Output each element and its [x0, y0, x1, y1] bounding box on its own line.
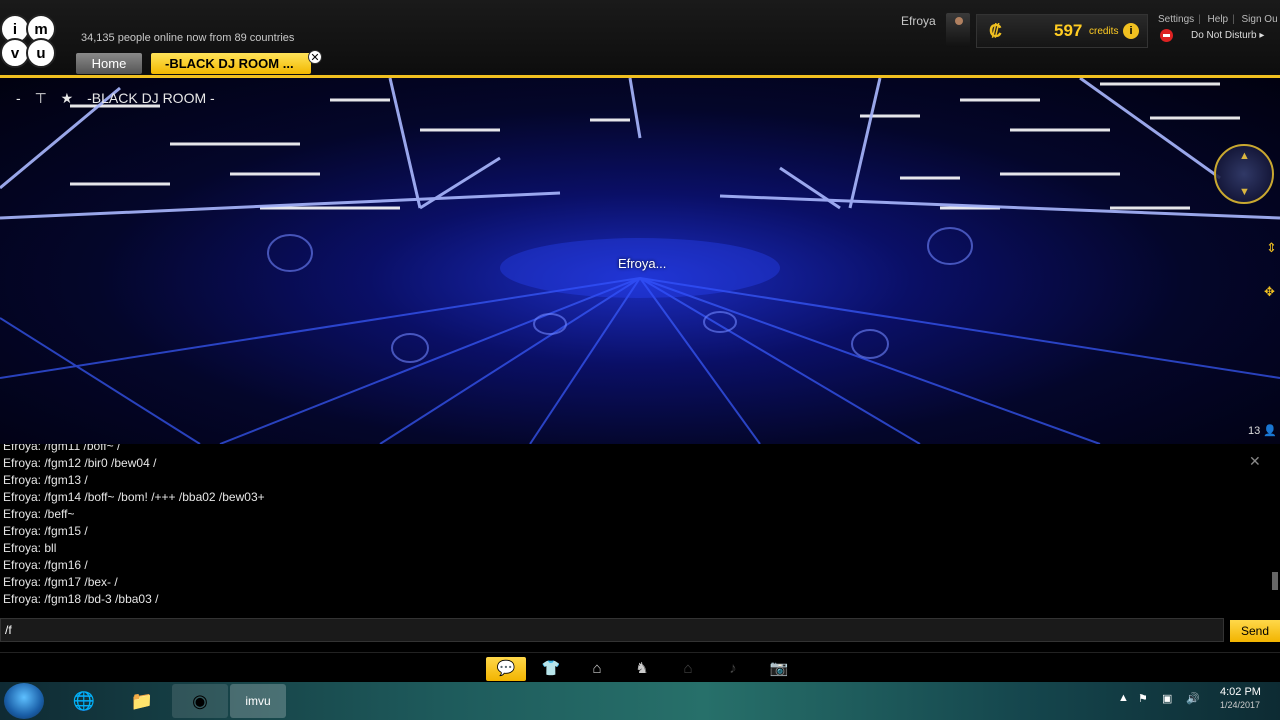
status-selector[interactable]: Do Not Disturb ▸ — [1160, 29, 1264, 42]
chat-message: Efroya: bll — [3, 541, 57, 555]
camera-navigation-icon[interactable] — [1214, 144, 1274, 204]
minimize-icon[interactable]: - — [16, 90, 21, 106]
internet-explorer-icon[interactable]: 🌐 — [56, 684, 112, 718]
chat-input-row: Send — [0, 618, 1280, 644]
room-occupancy[interactable]: 13 👤 — [1248, 424, 1277, 437]
credits-amount: 597 — [1054, 21, 1083, 40]
room-title-bar: - ⊤ ★ -BLACK DJ ROOM - — [16, 90, 225, 107]
settings-link[interactable]: Settings — [1158, 14, 1194, 25]
close-chat-icon[interactable]: ✕ — [1249, 453, 1261, 470]
credits-panel[interactable]: ₡ 597 credits i — [976, 14, 1148, 48]
send-button[interactable]: Send — [1230, 620, 1280, 642]
file-explorer-icon[interactable]: 📁 — [114, 684, 170, 718]
tab-room[interactable]: -BLACK DJ ROOM ... — [151, 53, 311, 74]
chat-message: Efroya: /fgm11 /boff~ / — [3, 444, 121, 453]
do-not-disturb-icon — [1160, 29, 1173, 42]
people-icon: 👤 — [1263, 425, 1278, 437]
logo-letter: u — [26, 38, 56, 68]
volume-icon[interactable]: 🔊 — [1186, 692, 1200, 705]
close-tab-icon[interactable]: ✕ — [308, 50, 322, 64]
username-label[interactable]: Efroya — [901, 14, 936, 28]
chat-log[interactable]: Efroya: /fgm11 /boff~ / Efroya: /fgm12 /… — [0, 444, 1280, 606]
chat-message: Efroya: /fgm12 /bir0 /bew04 / — [3, 456, 157, 470]
system-tray: ▲ ⚑ ▣ 🔊 4:02 PM 1/24/2017 — [1112, 682, 1280, 720]
windows-taskbar: 🌐 📁 ◉ imvu ▲ ⚑ ▣ 🔊 4:02 PM 1/24/2017 — [0, 682, 1280, 720]
tab-home[interactable]: Home — [76, 53, 142, 74]
move-icon[interactable]: ✥ — [1264, 284, 1275, 300]
music-icon[interactable]: ♪ — [713, 657, 753, 681]
chat-message: Efroya: /fgm17 /bex- / — [3, 575, 118, 589]
imvu-app-icon[interactable]: imvu — [230, 684, 286, 718]
pin-icon[interactable]: ⊤ — [35, 90, 47, 106]
credits-label: credits — [1089, 26, 1119, 37]
chat-message: Efroya: /fgm18 /bd-3 /bba03 / — [3, 592, 159, 606]
chrome-icon[interactable]: ◉ — [172, 684, 228, 718]
3d-scene[interactable]: - ⊤ ★ -BLACK DJ ROOM - Efroya... ⇕ ✥ 13 … — [0, 78, 1280, 444]
hanger-icon[interactable]: ⌂ — [577, 657, 617, 681]
chat-message: Efroya: /fgm14 /boff~ /bom! /+++ /bba02 … — [3, 490, 265, 504]
chat-input[interactable] — [0, 618, 1224, 642]
clock-date[interactable]: 1/24/2017 — [1220, 700, 1260, 710]
chat-message: Efroya: /beff~ — [3, 507, 75, 521]
start-button[interactable] — [4, 683, 44, 719]
chat-message: Efroya: /fgm16 / — [3, 558, 88, 572]
credits-icon: ₡ — [989, 21, 1002, 41]
chat-icon[interactable]: 💬 — [486, 657, 526, 681]
bottom-toolbar: 💬 👕 ⌂ ♞ ⌂ ♪ 📷 — [0, 652, 1280, 682]
zoom-icon[interactable]: ⇕ — [1266, 240, 1277, 256]
chat-scrollbar[interactable] — [1272, 572, 1278, 590]
sign-out-link[interactable]: Sign Ou — [1242, 14, 1278, 25]
avatar-name-label[interactable]: Efroya... — [618, 256, 666, 271]
outfit-icon[interactable]: 👕 — [531, 657, 571, 681]
top-bar: i m v u 34,135 people online now from 89… — [0, 0, 1280, 78]
imvu-logo[interactable]: i m v u — [0, 14, 62, 76]
chat-message: Efroya: /fgm15 / — [3, 524, 88, 538]
top-links: Settings | Help | Sign Ou — [1158, 14, 1278, 25]
occupancy-count: 13 — [1248, 425, 1261, 437]
help-link[interactable]: Help — [1208, 14, 1229, 25]
network-icon[interactable]: ▣ — [1162, 692, 1172, 705]
clock-time[interactable]: 4:02 PM — [1220, 686, 1261, 698]
info-icon[interactable]: i — [1123, 23, 1139, 39]
chat-message: Efroya: /fgm13 / — [3, 473, 88, 487]
tray-expand-icon[interactable]: ▲ — [1118, 692, 1129, 704]
avatar[interactable] — [946, 13, 970, 47]
chat-messages: Efroya: /fgm11 /boff~ / Efroya: /fgm12 /… — [3, 444, 265, 606]
flag-icon[interactable]: ⚑ — [1138, 692, 1148, 705]
favorite-star-icon[interactable]: ★ — [61, 90, 74, 106]
room-title: -BLACK DJ ROOM - — [87, 90, 215, 106]
chevron-down-icon: ▸ — [1259, 30, 1265, 42]
home-icon[interactable]: ⌂ — [668, 657, 708, 681]
status-label: Do Not Disturb — [1191, 30, 1257, 42]
online-count-text: 34,135 people online now from 89 countri… — [81, 32, 295, 44]
camera-icon[interactable]: 📷 — [759, 657, 799, 681]
pose-icon[interactable]: ♞ — [622, 657, 662, 681]
